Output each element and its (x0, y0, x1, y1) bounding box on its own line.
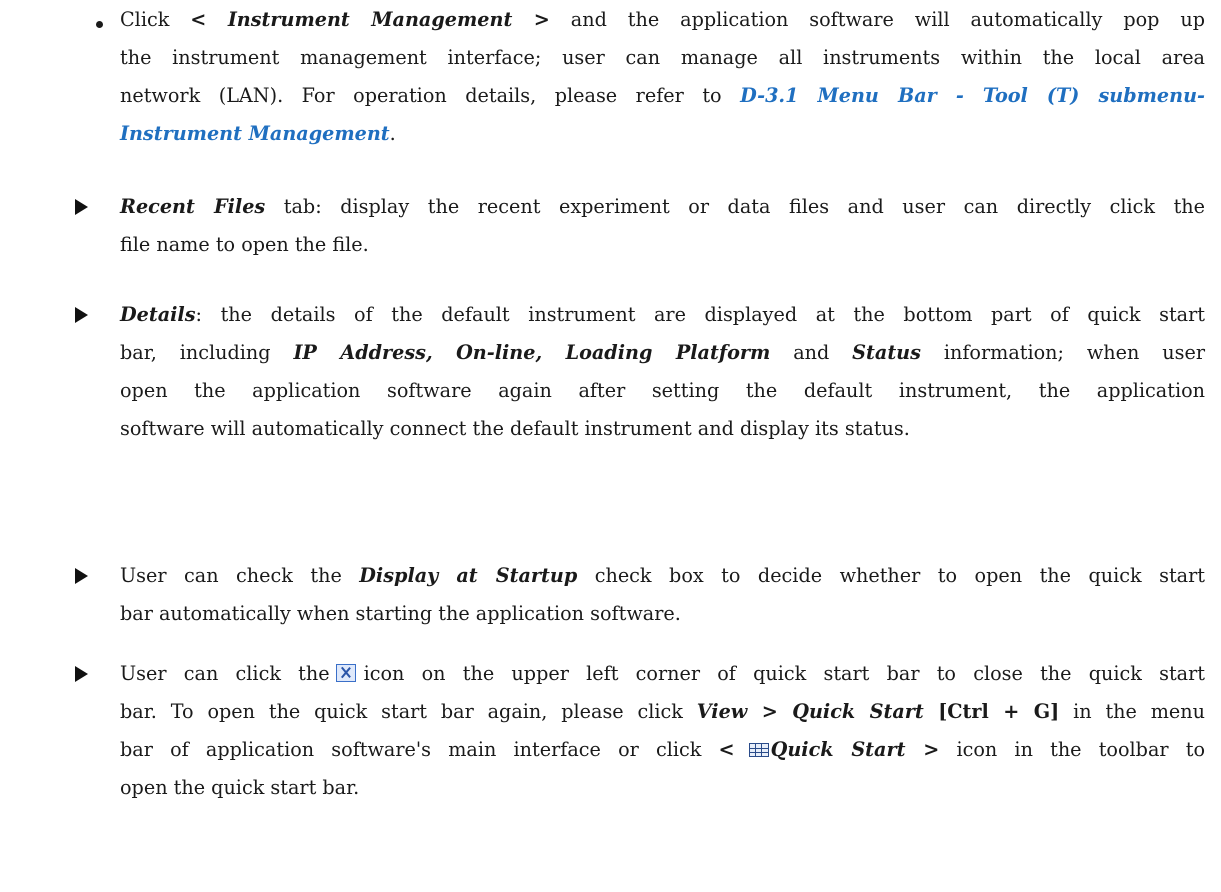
quick-start-grid-icon (748, 743, 769, 757)
paragraph-instrument-management: Click < Instrument Management > and the … (120, 8, 1205, 145)
close-icon (335, 664, 356, 682)
shortcut-key: [Ctrl + G] (923, 700, 1060, 723)
bullet-dot-icon (96, 21, 103, 28)
bullet-arrow-icon (75, 568, 88, 584)
view-quick-start-menu-path: View > Quick Start (696, 700, 924, 723)
recent-files-label: Recent Files (120, 195, 266, 218)
paragraph-recent-files: Recent Files tab: display the recent exp… (120, 195, 1205, 256)
quick-start-toolbar-label: Quick Start > (770, 738, 940, 761)
bullet-arrow-icon (75, 307, 88, 323)
paragraph-close-quick-start: User can click the icon on the upper left… (120, 662, 1205, 799)
document-page: Click < Instrument Management > and the … (0, 0, 1221, 892)
display-at-startup-label: Display at Startup (359, 564, 578, 587)
reference-link-continued[interactable]: Instrument Management (120, 122, 390, 145)
paragraph-details: Details: the details of the default inst… (120, 303, 1205, 440)
paragraph-display-at-startup: User can check the Display at Startup ch… (120, 564, 1205, 625)
bullet-arrow-icon (75, 666, 88, 682)
reference-link[interactable]: D-3.1 Menu Bar - Tool (T) submenu- (740, 84, 1205, 107)
instrument-management-label: < Instrument Management > (190, 8, 550, 31)
bullet-arrow-icon (75, 199, 88, 215)
details-label: Details (120, 303, 196, 326)
